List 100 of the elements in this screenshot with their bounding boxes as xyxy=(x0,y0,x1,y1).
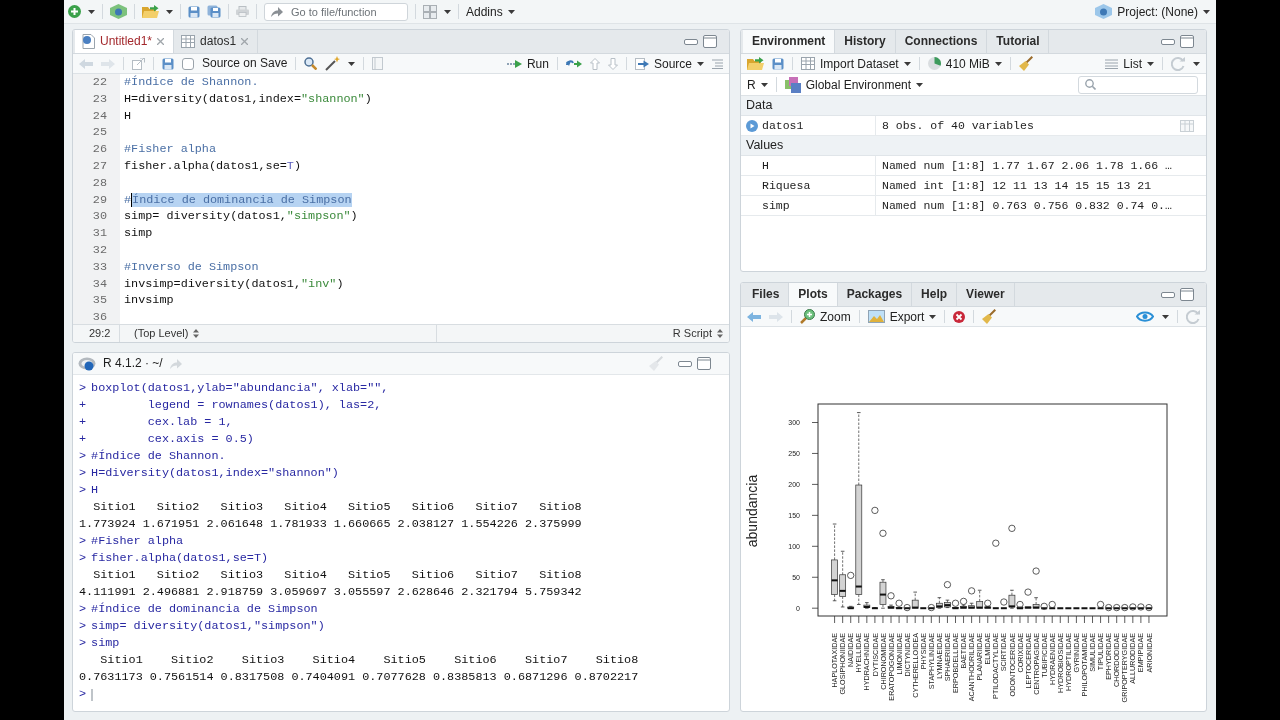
outline-icon[interactable] xyxy=(712,58,723,69)
broom-icon[interactable] xyxy=(982,309,997,324)
delete-icon[interactable] xyxy=(953,310,966,323)
new-window-icon[interactable] xyxy=(132,57,145,70)
pane-tab[interactable]: Viewer xyxy=(957,283,1015,306)
magic-wand-icon[interactable] xyxy=(325,56,341,71)
pane-tab[interactable]: Packages xyxy=(837,283,913,306)
view-mode-menu[interactable]: List xyxy=(1105,57,1154,70)
close-icon[interactable] xyxy=(157,38,165,45)
caret-icon[interactable] xyxy=(697,61,704,66)
pane-tab[interactable]: Environment xyxy=(743,30,836,53)
caret-icon[interactable] xyxy=(507,9,515,14)
caret-icon[interactable] xyxy=(166,9,173,14)
save-icon[interactable] xyxy=(188,5,200,18)
folder-icon[interactable] xyxy=(142,5,159,18)
rerun-icon[interactable] xyxy=(565,58,582,69)
pane-tab[interactable]: Plots xyxy=(789,283,838,306)
project-menu[interactable]: Project: (None) xyxy=(1095,4,1210,19)
grid-icon[interactable] xyxy=(423,4,437,19)
editor-tab[interactable]: datos1 xyxy=(174,30,259,53)
console-prompt: > xyxy=(79,533,87,550)
line-number: 28 xyxy=(91,174,108,192)
play-circle-icon[interactable] xyxy=(746,119,758,132)
minimize-icon[interactable] xyxy=(1161,38,1175,45)
go-to-file-field[interactable]: Go to file/function xyxy=(264,2,408,21)
console-prompt: + xyxy=(79,414,87,431)
caret-icon[interactable] xyxy=(348,61,356,66)
scope-menu[interactable]: (Top Level) xyxy=(120,325,206,342)
caret-icon[interactable] xyxy=(1147,61,1154,66)
caret-icon[interactable] xyxy=(1193,61,1200,66)
caret-icon[interactable] xyxy=(1162,314,1169,319)
minimize-icon[interactable] xyxy=(678,360,692,367)
console-prompt: > xyxy=(79,465,87,482)
import-dataset-menu[interactable]: Import Dataset xyxy=(801,57,911,70)
pane-tab[interactable]: Connections xyxy=(895,30,988,53)
pane-tab[interactable]: History xyxy=(835,30,896,53)
caret-icon[interactable] xyxy=(444,9,451,14)
code-text: # xyxy=(124,192,132,207)
save-all-icon[interactable] xyxy=(207,5,221,18)
save-icon[interactable] xyxy=(772,57,784,70)
console-prompt: > xyxy=(79,550,87,567)
maximize-icon[interactable] xyxy=(1180,35,1194,48)
line-number: 25 xyxy=(91,124,108,142)
addins-menu[interactable]: Addins xyxy=(466,5,515,18)
console-command: cex.lab = 1, xyxy=(146,414,233,431)
caret-icon[interactable] xyxy=(929,314,937,319)
document-icon xyxy=(82,34,95,49)
maximize-icon[interactable] xyxy=(1180,288,1194,301)
console-output: 0.7631173 0.7561514 0.8317508 0.7404091 0.7077628 0.8385813 0.6871296 0.8702217 xyxy=(79,669,640,686)
folder-icon[interactable] xyxy=(747,57,764,70)
memory-usage-menu[interactable]: 410 MiB xyxy=(927,57,1002,70)
cube-icon[interactable] xyxy=(110,4,127,19)
caret-icon[interactable] xyxy=(903,61,911,66)
export-menu[interactable]: Export xyxy=(867,310,937,323)
arrow-left-icon[interactable] xyxy=(747,311,761,322)
arrow-up-icon[interactable] xyxy=(589,57,600,70)
pane-tab[interactable]: Tutorial xyxy=(987,30,1050,53)
console-title: R 4.1.2 · ~/ xyxy=(103,356,163,371)
minimize-icon[interactable] xyxy=(684,38,698,45)
pane-tab[interactable]: Help xyxy=(912,283,958,306)
file-type-menu[interactable]: R Script xyxy=(666,326,729,341)
maximize-icon[interactable] xyxy=(703,35,717,48)
caret-icon[interactable] xyxy=(994,61,1002,66)
cube-icon[interactable] xyxy=(1095,4,1113,19)
eye-icon[interactable] xyxy=(1136,311,1154,322)
save-icon[interactable] xyxy=(162,57,174,70)
section-header: Data xyxy=(741,96,1206,116)
search-icon[interactable] xyxy=(304,57,318,70)
zoom-button[interactable]: Zoom xyxy=(800,309,851,324)
editor-tab[interactable]: Untitled1* xyxy=(75,30,175,53)
table-icon xyxy=(181,35,196,48)
line-number: 31 xyxy=(91,225,108,242)
caret-icon[interactable] xyxy=(88,9,95,14)
caret-icon[interactable] xyxy=(1203,9,1210,14)
code-line: fisher.alpha(datos1,se=T) xyxy=(124,158,301,175)
line-number: 33 xyxy=(91,258,108,276)
language-menu[interactable]: R xyxy=(747,78,768,91)
console-prompt: > xyxy=(79,618,87,635)
console-output: Sitio1 Sitio2 Sitio3 Sitio4 Sitio5 Sitio6 Sitio7 Sitio8 xyxy=(92,567,583,584)
console-command: simp xyxy=(91,635,120,652)
arrow-down-icon[interactable] xyxy=(607,57,618,70)
minimize-icon[interactable] xyxy=(1161,291,1175,298)
broom-icon[interactable] xyxy=(1018,56,1033,71)
variable-value: 8 obs. of 40 variables xyxy=(881,118,1035,133)
caret-icon[interactable] xyxy=(916,82,924,87)
line-number: 23 xyxy=(91,90,108,108)
maximize-icon[interactable] xyxy=(697,357,711,370)
variable-value: Named int [1:8] 12 11 13 14 15 15 13 21 xyxy=(881,178,1153,193)
plus-icon[interactable] xyxy=(68,5,81,18)
console-output: Sitio1 Sitio2 Sitio3 Sitio4 Sitio5 Sitio6 Sitio7 Sitio8 xyxy=(92,499,583,516)
source-on-save-checkbox[interactable] xyxy=(182,57,194,70)
close-icon[interactable] xyxy=(241,38,249,45)
checkbox-label[interactable]: Source on Save xyxy=(202,56,288,71)
search-icon xyxy=(1085,79,1096,90)
console-output: 1.773924 1.671951 2.061648 1.781933 1.660665 2.038127 1.554226 2.375999 xyxy=(79,516,583,533)
environment-menu[interactable]: Global Environment xyxy=(784,76,924,93)
caret-icon[interactable] xyxy=(760,82,768,87)
source-button[interactable]: Source xyxy=(634,57,704,70)
search-field[interactable] xyxy=(1078,75,1198,94)
run-button[interactable]: Run xyxy=(506,57,549,70)
